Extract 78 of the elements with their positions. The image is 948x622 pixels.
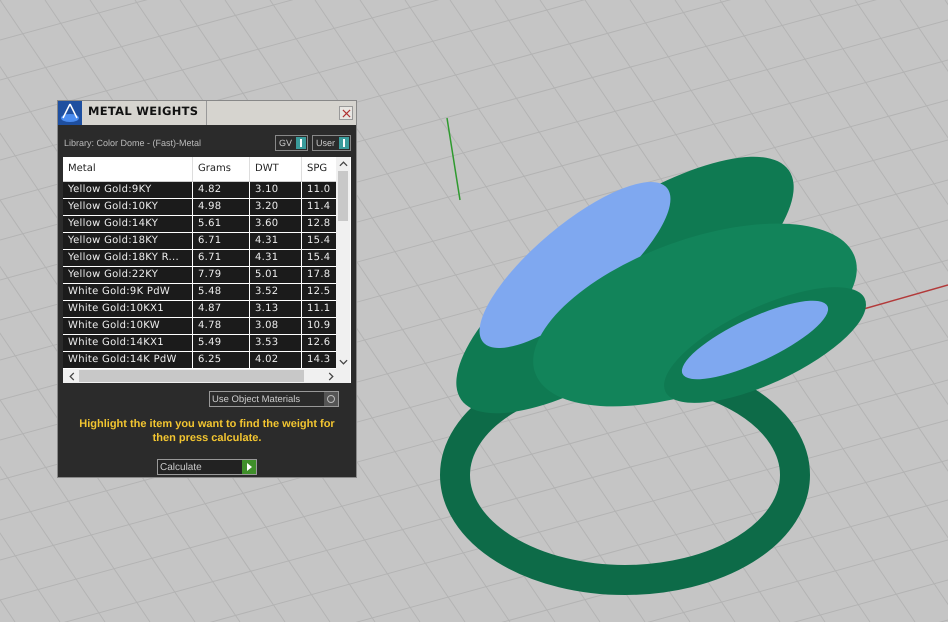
table-cell-text: 12.8 — [306, 217, 332, 231]
table-cell-text: 15.4 — [306, 251, 332, 265]
play-icon — [242, 460, 256, 474]
table-cell: Yellow Gold:10KY — [63, 199, 193, 215]
use-object-materials-toggle[interactable]: Use Object Materials — [209, 391, 339, 407]
table-row[interactable]: Yellow Gold:18KY R... 6.71 4.31 15.4 — [63, 250, 336, 267]
table-cell-text: 10.9 — [306, 319, 332, 333]
scrollbar-thumb[interactable] — [338, 171, 348, 221]
table-cell: White Gold:14KX1 — [63, 335, 193, 351]
table-cell: Yellow Gold:9KY — [63, 182, 193, 198]
table-cell: White Gold:14K PdW — [63, 352, 193, 368]
column-header[interactable]: SPG — [302, 157, 336, 181]
table-cell: 4.02 — [250, 352, 302, 368]
table-cell-text: 11.4 — [306, 200, 332, 214]
hint-text: Highlight the item you want to find the weight for then press calculate. — [78, 417, 336, 445]
table-cell: 5.48 — [193, 284, 250, 300]
table-cell: 3.10 — [250, 182, 302, 198]
cone-icon — [58, 101, 82, 125]
table-cell-text: 11.0 — [306, 183, 332, 197]
column-header[interactable]: Grams — [193, 157, 250, 181]
table-cell: Yellow Gold:18KY R... — [63, 250, 193, 266]
table-cell-text: 14.3 — [306, 353, 332, 367]
table-cell: 4.87 — [193, 301, 250, 317]
table-cell: 5.49 — [193, 335, 250, 351]
table-cell: 5.01 — [250, 267, 302, 283]
table-cell: Yellow Gold:22KY — [63, 267, 193, 283]
table-cell: 3.20 — [250, 199, 302, 215]
vertical-scrollbar[interactable] — [336, 157, 350, 369]
column-header[interactable]: DWT — [250, 157, 302, 181]
table-cell: 4.82 — [193, 182, 250, 198]
table-cell: Yellow Gold:14KY — [63, 216, 193, 232]
scroll-up-icon — [338, 161, 348, 167]
column-header[interactable]: Metal — [63, 157, 193, 181]
scroll-right-icon — [328, 372, 334, 380]
table-cell: 7.79 — [193, 267, 250, 283]
horizontal-scrollbar[interactable] — [63, 369, 350, 383]
table-row[interactable]: Yellow Gold:9KY 4.82 3.10 11.0 — [63, 182, 336, 199]
toggle-switch[interactable]: GV — [274, 135, 308, 151]
close-icon — [342, 108, 350, 118]
table-cell: White Gold:10KX1 — [63, 301, 193, 317]
table-cell: 3.08 — [250, 318, 302, 334]
table-cell: 3.13 — [250, 301, 302, 317]
panel-title: METAL WEIGHTS — [82, 101, 208, 125]
table-cell-text: 17.8 — [306, 268, 332, 282]
table-cell: 4.78 — [193, 318, 250, 334]
table-row[interactable]: White Gold:14KX1 5.49 3.53 12.6 — [63, 335, 336, 352]
table-cell: 4.31 — [250, 233, 302, 249]
table-cell: 3.60 — [250, 216, 302, 232]
table-cell: Yellow Gold:18KY — [63, 233, 193, 249]
table-cell: 6.25 — [193, 352, 250, 368]
table-cell: 3.52 — [250, 284, 302, 300]
table-row[interactable]: White Gold:10KW 4.78 3.08 10.9 — [63, 318, 336, 335]
table-cell-text: 15.4 — [306, 234, 332, 248]
table-cell: 6.71 — [193, 250, 250, 266]
table-cell: White Gold:10KW — [63, 318, 193, 334]
table-cell-text: 12.5 — [306, 285, 332, 299]
table-row[interactable]: Yellow Gold:10KY 4.98 3.20 11.4 — [63, 199, 336, 216]
table-row[interactable]: Yellow Gold:18KY 6.71 4.31 15.4 — [63, 233, 336, 250]
scrollbar-thumb[interactable] — [79, 370, 304, 382]
table-cell-text: 11.1 — [306, 302, 332, 316]
table-cell: White Gold:9K PdW — [63, 284, 193, 300]
table-cell: 4.98 — [193, 199, 250, 215]
table-cell: 4.31 — [250, 250, 302, 266]
toggle-switch[interactable]: User — [312, 135, 351, 151]
table-row[interactable]: White Gold:10KX1 4.87 3.13 11.1 — [63, 301, 336, 318]
table-row[interactable]: Yellow Gold:22KY 7.79 5.01 17.8 — [63, 267, 336, 284]
scroll-down-icon — [338, 359, 348, 365]
table-row[interactable]: White Gold:14K PdW 6.25 4.02 14.3 — [63, 352, 336, 369]
table-cell: 3.53 — [250, 335, 302, 351]
scroll-left-icon — [69, 372, 75, 380]
table-cell: 5.61 — [193, 216, 250, 232]
close-button[interactable] — [339, 106, 353, 120]
table-cell-text: 12.6 — [306, 336, 332, 350]
table-cell: 6.71 — [193, 233, 250, 249]
table-row[interactable]: White Gold:9K PdW 5.48 3.52 12.5 — [63, 284, 336, 301]
library-label: Library: Color Dome - (Fast)-Metal — [63, 138, 202, 148]
table-row[interactable]: Yellow Gold:14KY 5.61 3.60 12.8 — [63, 216, 336, 233]
calculate-button[interactable]: Calculate — [157, 459, 257, 475]
